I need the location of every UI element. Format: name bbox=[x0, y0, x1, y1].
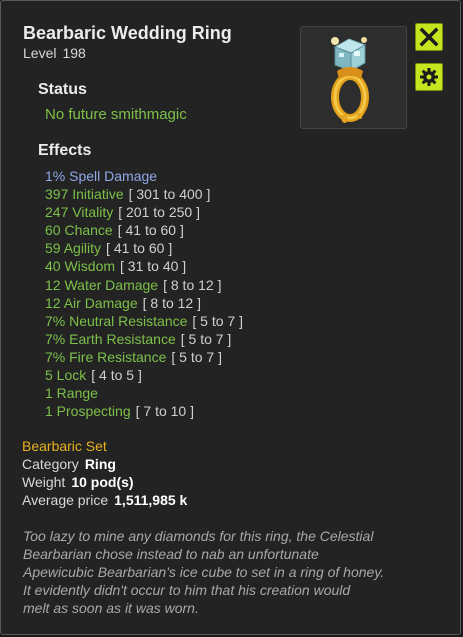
effect-text: 397 Initiative bbox=[45, 186, 124, 203]
close-button[interactable] bbox=[415, 23, 443, 51]
weight-value: 10 pod(s) bbox=[71, 474, 134, 490]
effect-range: [ 8 to 12 ] bbox=[142, 294, 201, 311]
item-tooltip-panel: Bearbaric Wedding Ring Level 198 Status … bbox=[0, 0, 461, 635]
effect-text: 1 Range bbox=[45, 385, 98, 402]
effect-text: 40 Wisdom bbox=[45, 258, 116, 275]
effect-row: 7% Neutral Resistance[ 5 to 7 ] bbox=[45, 312, 243, 330]
category-row: Category Ring bbox=[22, 456, 116, 472]
effect-range: [ 5 to 7 ] bbox=[192, 312, 243, 329]
effect-range: [ 4 to 5 ] bbox=[91, 367, 142, 384]
effect-range: [ 5 to 7 ] bbox=[180, 330, 232, 347]
level-label: Level bbox=[23, 45, 57, 61]
effect-row: 7% Fire Resistance[ 5 to 7 ] bbox=[45, 348, 243, 366]
effect-range: [ 31 to 40 ] bbox=[120, 258, 187, 275]
effect-text: 7% Earth Resistance bbox=[45, 330, 176, 347]
price-label: Average price bbox=[22, 492, 109, 508]
effect-row: 1 Range bbox=[45, 384, 243, 402]
effect-range: [ 5 to 7 ] bbox=[171, 348, 222, 365]
settings-button[interactable] bbox=[415, 63, 443, 91]
status-text: No future smithmagic bbox=[45, 106, 187, 123]
effect-row: 7% Earth Resistance[ 5 to 7 ] bbox=[45, 330, 243, 348]
item-name: Bearbaric Wedding Ring bbox=[23, 23, 232, 43]
effect-text: 1 Prospecting bbox=[45, 403, 131, 420]
effects-list: 1% Spell Damage 397 Initiative[ 301 to 4… bbox=[45, 167, 243, 420]
effect-row: 5 Lock[ 4 to 5 ] bbox=[45, 366, 243, 384]
effect-range: [ 8 to 12 ] bbox=[163, 276, 222, 293]
effect-row: 1% Spell Damage bbox=[45, 167, 243, 185]
description-line: Apewicubic Bearbarian's ice cube to set … bbox=[23, 564, 385, 580]
effect-text: 7% Neutral Resistance bbox=[45, 312, 188, 329]
effect-text: 59 Agility bbox=[45, 240, 102, 257]
effect-range: [ 301 to 400 ] bbox=[128, 186, 211, 203]
item-level: Level 198 bbox=[23, 45, 86, 61]
effect-range: [ 41 to 60 ] bbox=[117, 222, 184, 239]
effect-text: 7% Fire Resistance bbox=[45, 348, 167, 365]
description-line: Bearbarian chose instead to nab an unfor… bbox=[23, 546, 319, 562]
level-value: 198 bbox=[62, 45, 86, 61]
price-row: Average price 1,511,985 k bbox=[22, 492, 187, 508]
item-image bbox=[300, 26, 407, 129]
effect-text: 12 Air Damage bbox=[45, 294, 138, 311]
effect-row: 1 Prospecting[ 7 to 10 ] bbox=[45, 402, 243, 420]
effect-row: 59 Agility[ 41 to 60 ] bbox=[45, 239, 243, 257]
effect-range: [ 41 to 60 ] bbox=[106, 240, 173, 257]
weight-row: Weight 10 pod(s) bbox=[22, 474, 134, 490]
effect-row: 60 Chance[ 41 to 60 ] bbox=[45, 221, 243, 239]
effect-row: 40 Wisdom[ 31 to 40 ] bbox=[45, 257, 243, 275]
effect-text: 60 Chance bbox=[45, 222, 113, 239]
effects-heading: Effects bbox=[38, 142, 92, 159]
effect-row: 12 Water Damage[ 8 to 12 ] bbox=[45, 276, 243, 294]
effect-row: 12 Air Damage[ 8 to 12 ] bbox=[45, 294, 243, 312]
description-line: melt as soon as it was worn. bbox=[23, 600, 199, 616]
effect-text: 247 Vitality bbox=[45, 204, 114, 221]
item-description: Too lazy to mine any diamonds for this r… bbox=[23, 527, 443, 617]
effect-row: 247 Vitality[ 201 to 250 ] bbox=[45, 203, 243, 221]
honey-ring-icon bbox=[331, 37, 369, 123]
effect-text: 1% Spell Damage bbox=[45, 168, 158, 184]
gear-icon bbox=[420, 68, 438, 86]
close-x-icon bbox=[419, 27, 439, 47]
description-line: Too lazy to mine any diamonds for this r… bbox=[23, 528, 374, 544]
category-label: Category bbox=[22, 456, 79, 472]
status-heading: Status bbox=[38, 81, 87, 98]
effect-text: 5 Lock bbox=[45, 367, 87, 384]
effect-text: 12 Water Damage bbox=[45, 276, 159, 293]
effect-row: 397 Initiative[ 301 to 400 ] bbox=[45, 185, 243, 203]
effect-range: [ 7 to 10 ] bbox=[135, 403, 194, 420]
description-line: It evidently didn't occur to him that hi… bbox=[23, 582, 351, 598]
weight-label: Weight bbox=[22, 474, 66, 490]
category-value: Ring bbox=[84, 456, 116, 472]
item-set-link[interactable]: Bearbaric Set bbox=[22, 438, 107, 454]
effect-range: [ 201 to 250 ] bbox=[118, 204, 200, 221]
price-value: 1,511,985 k bbox=[114, 492, 188, 508]
